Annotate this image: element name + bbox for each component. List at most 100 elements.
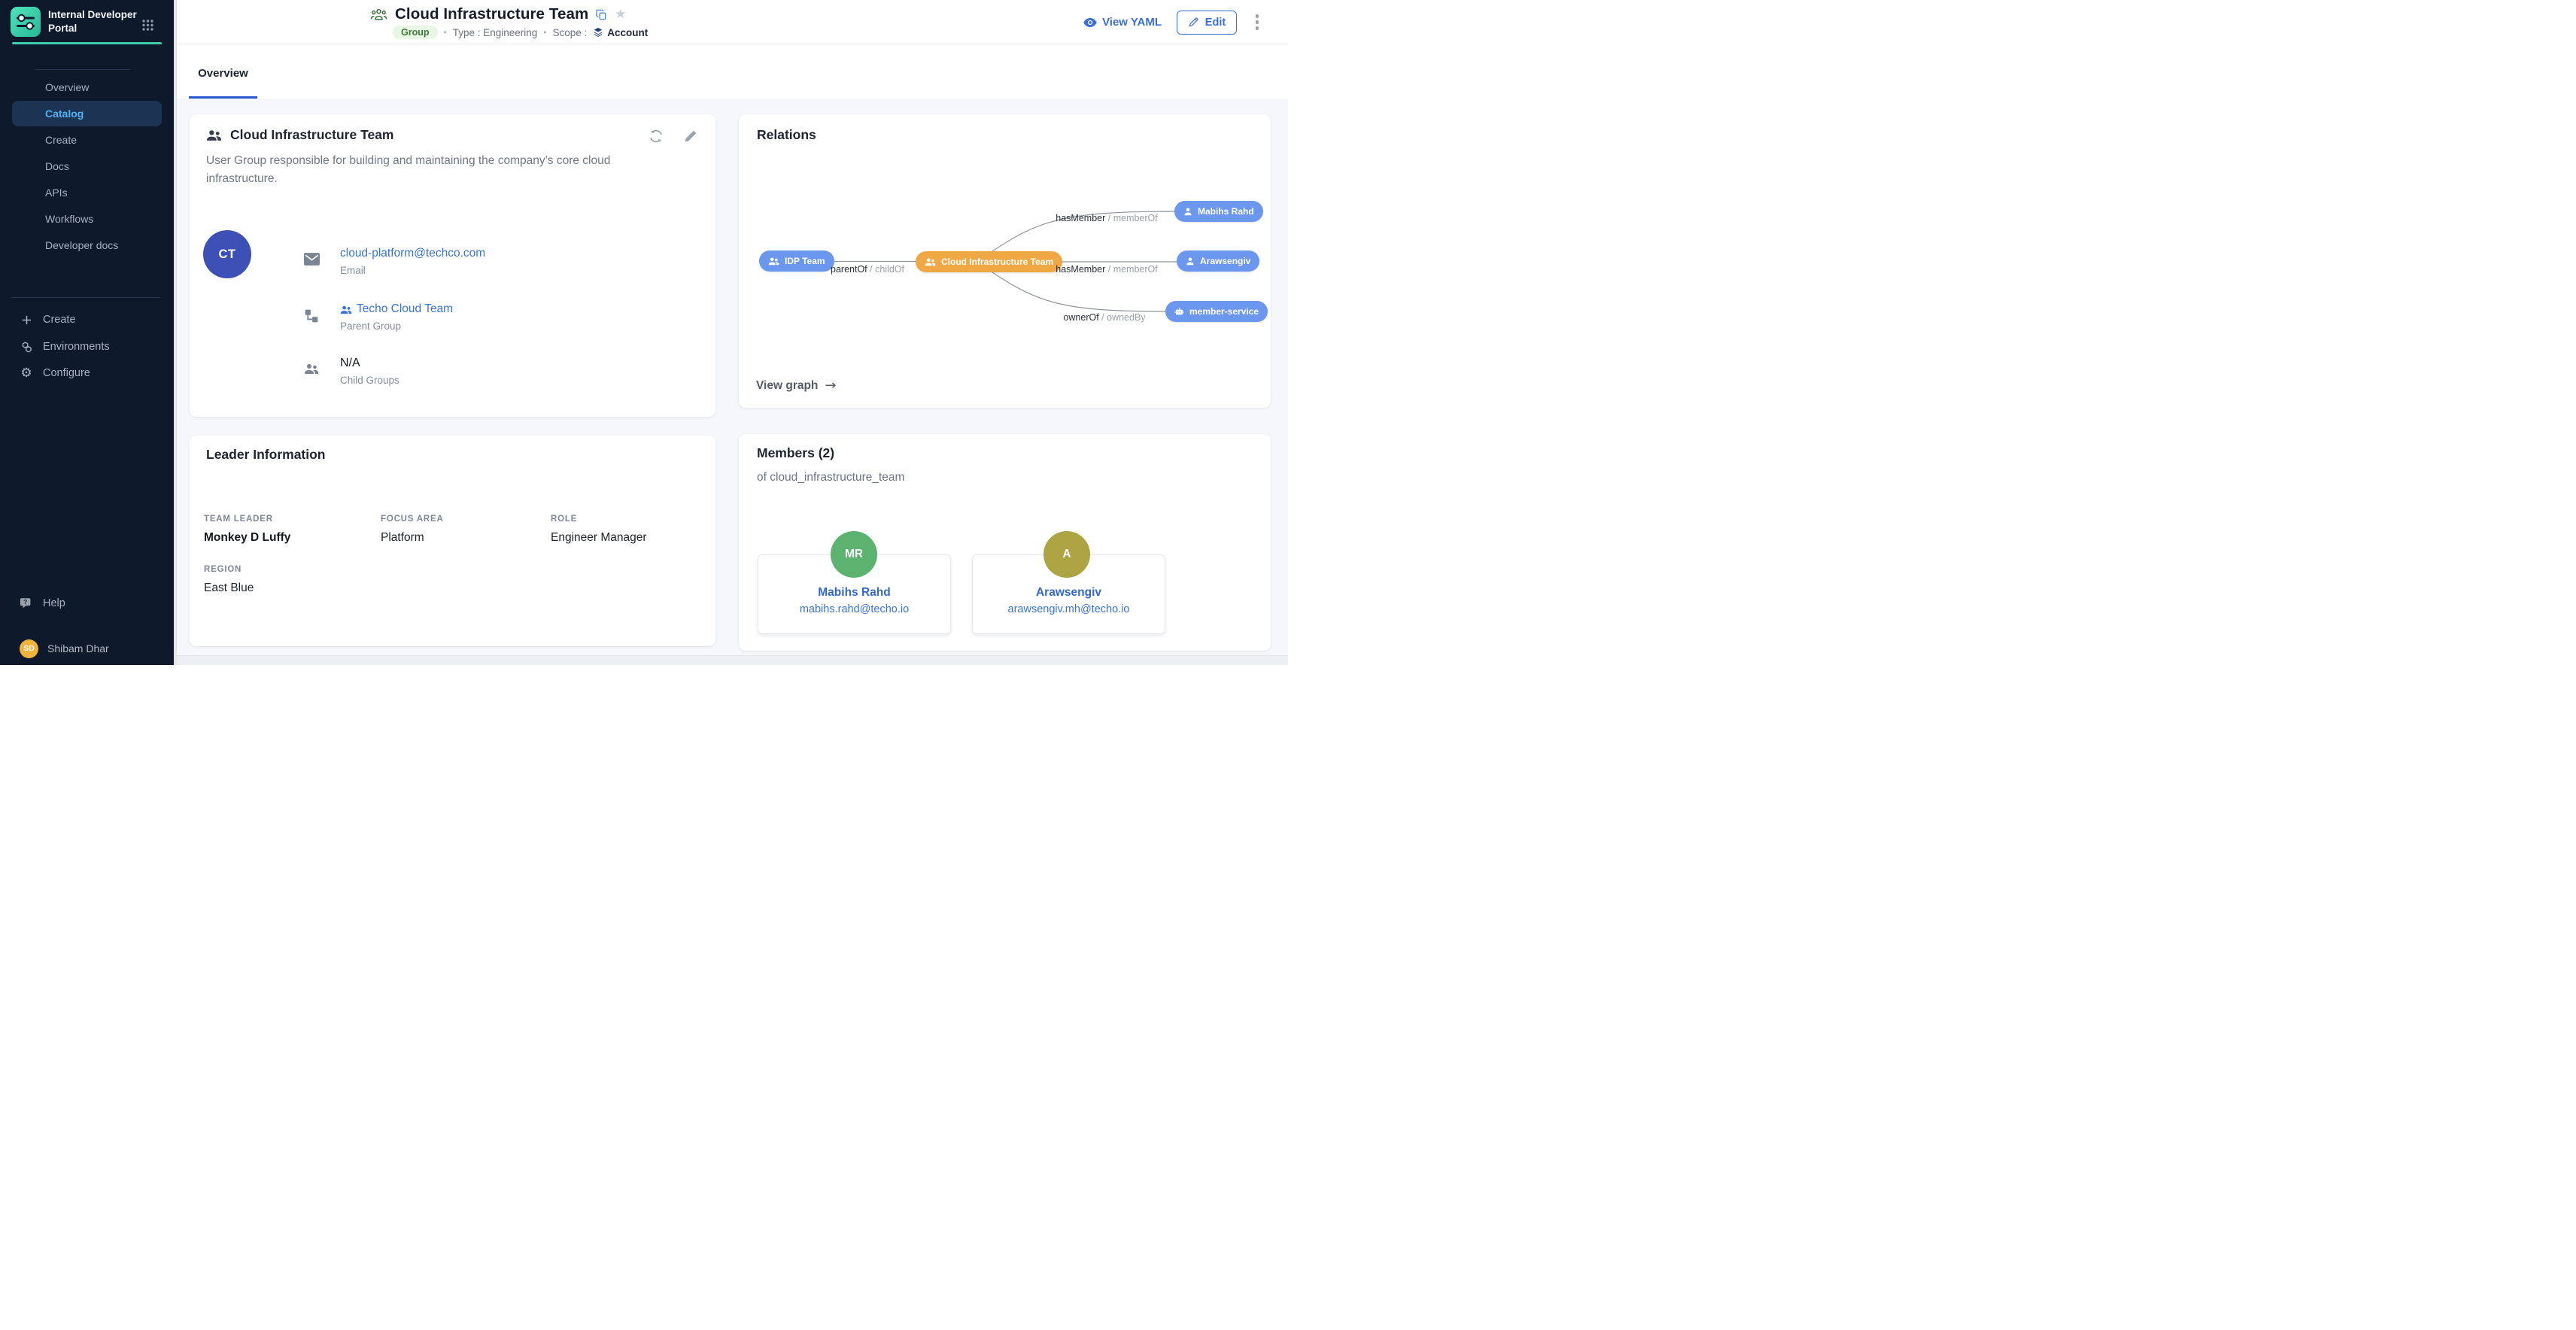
- email-icon: [304, 247, 320, 276]
- sidebar-nav: Overview Catalog Create Docs APIs Workfl…: [0, 74, 174, 259]
- team-card-title: Cloud Infrastructure Team: [230, 127, 394, 143]
- plus-icon: [20, 313, 33, 326]
- brand-accent-divider: [12, 42, 162, 44]
- parent-group-link[interactable]: Techo Cloud Team: [357, 302, 453, 316]
- sidebar-item-apis[interactable]: APIs: [12, 180, 162, 205]
- help-chat-icon: ?: [20, 597, 33, 610]
- nav-divider: [35, 69, 130, 70]
- group-node-icon: [925, 257, 936, 266]
- eye-icon: [1083, 18, 1097, 27]
- scope-value: Account: [593, 27, 648, 38]
- sidebar-item-catalog[interactable]: Catalog: [12, 101, 162, 126]
- refresh-icon[interactable]: [648, 128, 664, 144]
- member-email-link[interactable]: mabihs.rahd@techo.io: [758, 603, 951, 615]
- field-value-region: East Blue: [204, 581, 254, 595]
- member-email-link[interactable]: arawsengiv.mh@techo.io: [972, 603, 1165, 615]
- people-icon: [304, 357, 320, 386]
- page-title: Cloud Infrastructure Team: [395, 5, 588, 23]
- graph-node-arawsengiv[interactable]: Arawsengiv: [1177, 251, 1259, 272]
- members-subtitle: of cloud_infrastructure_team: [757, 471, 904, 484]
- parent-group-row: Techo Cloud Team Parent Group: [304, 302, 453, 332]
- content-bottom-strip: [177, 655, 1288, 665]
- member-name-link[interactable]: Arawsengiv: [972, 586, 1165, 600]
- user-node-icon: [1183, 207, 1192, 216]
- user-avatar: SD: [20, 639, 38, 658]
- child-groups-row: N/A Child Groups: [304, 357, 399, 386]
- svg-text:?: ?: [23, 598, 27, 606]
- sidebar-item-docs[interactable]: Docs: [12, 153, 162, 179]
- team-description: User Group responsible for building and …: [206, 152, 627, 188]
- field-label-role: ROLE: [551, 515, 577, 524]
- members-title: Members (2): [757, 445, 834, 461]
- edge-label-hasmember-top: hasMember / memberOf: [1056, 213, 1157, 223]
- sidebar-item-developer-docs[interactable]: Developer docs: [12, 232, 162, 258]
- team-info-card: Cloud Infrastructure Team User Group res…: [190, 114, 715, 417]
- sidebar-action-environments[interactable]: Environments: [12, 334, 162, 360]
- edit-button[interactable]: Edit: [1177, 11, 1237, 35]
- field-label-team-leader: TEAM LEADER: [204, 515, 273, 524]
- sidebar-item-create[interactable]: Create: [12, 127, 162, 153]
- brand-header: Internal Developer Portal: [0, 0, 174, 42]
- member-avatar-a: A: [1043, 531, 1090, 578]
- sidebar: Internal Developer Portal Overview Catal…: [0, 0, 174, 665]
- tab-overview[interactable]: Overview: [189, 44, 257, 99]
- layers-icon: [593, 27, 603, 38]
- sidebar-item-workflows[interactable]: Workflows: [12, 206, 162, 232]
- user-name: Shibam Dhar: [47, 642, 109, 654]
- graph-node-cloud-infrastructure-team[interactable]: Cloud Infrastructure Team: [916, 251, 1062, 272]
- content-area: Cloud Infrastructure Team User Group res…: [177, 99, 1288, 665]
- group-entity-icon: [370, 7, 387, 22]
- apps-grid-icon[interactable]: [141, 19, 154, 32]
- field-label-focus-area: FOCUS AREA: [381, 515, 444, 524]
- graph-node-mabihs-rahd[interactable]: Mabihs Rahd: [1174, 201, 1263, 222]
- view-yaml-button[interactable]: View YAML: [1083, 16, 1162, 29]
- group-mini-icon: [340, 305, 352, 314]
- field-value-team-leader: Monkey D Luffy: [204, 531, 290, 545]
- app-window: Internal Developer Portal Overview Catal…: [0, 0, 1288, 665]
- graph-node-idp-team[interactable]: IDP Team: [759, 251, 834, 272]
- tab-bar: Overview: [177, 44, 1288, 99]
- team-avatar: CT: [203, 230, 251, 278]
- field-value-role: Engineer Manager: [551, 531, 647, 545]
- entity-header: Cloud Infrastructure Team ★ Group • Type…: [177, 0, 1288, 44]
- edit-description-pencil-icon[interactable]: [684, 129, 697, 143]
- people-icon: [206, 129, 222, 141]
- edge-label-hasmember-mid: hasMember / memberOf: [1056, 264, 1157, 275]
- email-row: cloud-platform@techco.com Email: [304, 247, 485, 276]
- app-logo-icon: [11, 7, 41, 37]
- sidebar-action-configure[interactable]: ⚙ Configure: [12, 360, 162, 386]
- field-label-region: REGION: [204, 565, 242, 574]
- gear-icon: ⚙: [20, 366, 33, 380]
- scope-label: Scope :: [552, 27, 587, 38]
- pencil-icon: [1188, 17, 1199, 28]
- child-groups-value: N/A: [340, 357, 399, 370]
- group-node-icon: [768, 257, 779, 266]
- copy-icon[interactable]: [596, 9, 607, 20]
- hexagons-icon: [20, 340, 33, 354]
- user-menu[interactable]: SD Shibam Dhar: [12, 636, 166, 661]
- edge-label-parentof: parentOf / childOf: [831, 264, 904, 275]
- sidebar-item-overview[interactable]: Overview: [12, 74, 162, 100]
- leader-card-title: Leader Information: [206, 447, 326, 463]
- view-graph-link[interactable]: View graph →: [756, 378, 837, 393]
- email-link[interactable]: cloud-platform@techco.com: [340, 247, 485, 260]
- arrow-right-icon: →: [825, 378, 836, 393]
- more-options-kebab-icon[interactable]: [1252, 10, 1262, 35]
- sidebar-help[interactable]: ? Help: [12, 591, 162, 616]
- leader-info-card: Leader Information TEAM LEADER Monkey D …: [190, 436, 715, 646]
- type-label: Type : Engineering: [453, 27, 538, 38]
- favorite-star-icon[interactable]: ★: [615, 8, 626, 21]
- sidebar-action-create[interactable]: Create: [12, 307, 162, 332]
- edge-label-ownerof: ownerOf / ownedBy: [1063, 312, 1145, 323]
- graph-node-member-service[interactable]: member-service: [1165, 301, 1268, 322]
- sidebar-section-divider: [11, 297, 160, 298]
- member-name-link[interactable]: Mabihs Rahd: [758, 586, 951, 600]
- members-card: Members (2) of cloud_infrastructure_team…: [739, 434, 1271, 651]
- service-node-icon: [1174, 307, 1184, 316]
- kind-badge: Group: [393, 26, 438, 39]
- hierarchy-icon: [304, 302, 320, 332]
- brand-title: Internal Developer Portal: [48, 8, 140, 35]
- member-avatar-mr: MR: [831, 531, 877, 578]
- field-value-focus-area: Platform: [381, 531, 424, 545]
- relations-card: Relations IDP Team: [739, 114, 1271, 408]
